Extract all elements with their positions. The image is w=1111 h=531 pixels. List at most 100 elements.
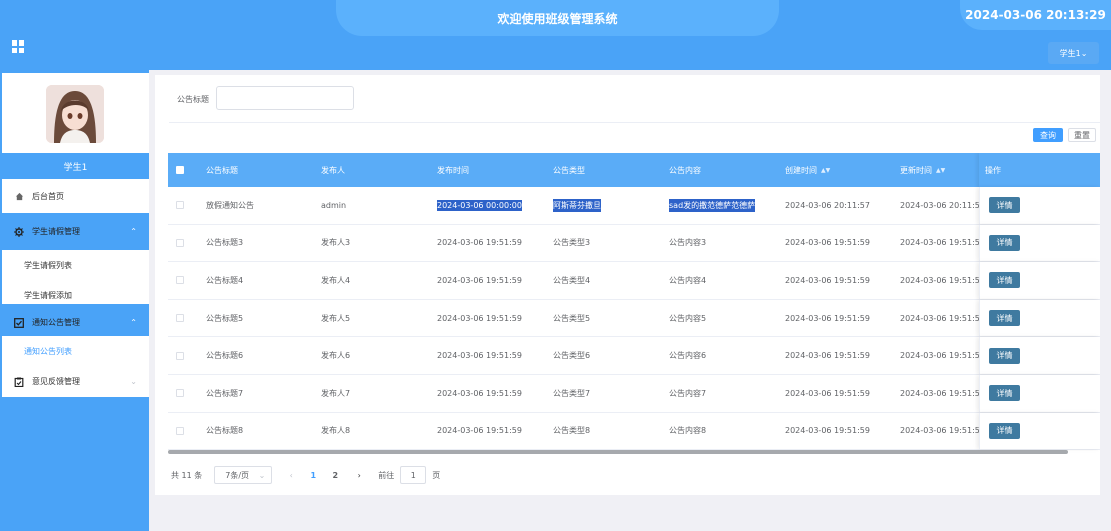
table-cell: 公告标题3 [206, 225, 243, 262]
cell-text: 公告类型5 [553, 313, 591, 323]
grid-menu-icon[interactable] [12, 40, 25, 53]
cell-text: 公告内容7 [669, 388, 707, 398]
sidebar-item-leave-list[interactable]: 学生请假列表 [2, 250, 149, 280]
table-cell: 公告内容4 [669, 262, 706, 299]
table-cell: 公告类型7 [553, 375, 590, 412]
cell-text: 2024-03-06 19:51:59 [900, 275, 985, 285]
operations-cell: 详情 [979, 224, 1100, 262]
operations-cell: 详情 [979, 187, 1100, 224]
prev-page-icon[interactable]: ‹ [286, 471, 296, 480]
column-header: 公告标题 [206, 165, 238, 175]
cell-text: 公告内容6 [669, 351, 707, 361]
operations-cell: 详情 [979, 337, 1100, 374]
sidebar-item-label: 学生请假列表 [24, 260, 72, 270]
pagination-total: 共 11 条 [171, 470, 203, 480]
query-button[interactable]: 查询 [1033, 128, 1063, 142]
chevron-up-icon: ⌃ [130, 227, 137, 236]
next-page-icon[interactable]: › [354, 471, 364, 480]
operations-cell: 详情 [979, 412, 1100, 450]
table-cell: 2024-03-06 19:51:59 [785, 413, 870, 450]
table-row[interactable]: 公告标题8 发布人8 2024-03-06 19:51:59 公告类型8 公告内容8 20… [168, 412, 1100, 451]
detail-button[interactable]: 详情 [989, 197, 1020, 214]
notice-table: 公告标题 发布人 发布时间 公告类型 公告内容 创建时间 ▲▼ 更新时间 ▲▼ … [168, 153, 1100, 453]
app-title: 欢迎使用班级管理系统 [336, 0, 779, 36]
column-header-updated[interactable]: 更新时间 ▲▼ [900, 153, 945, 187]
table-cell: 2024-03-06 19:51:59 [785, 375, 870, 412]
detail-button[interactable]: 详情 [989, 310, 1020, 327]
avatar-panel [2, 73, 149, 153]
cell-text: 公告类型8 [553, 426, 591, 436]
table-row[interactable]: 公告标题5 发布人5 2024-03-06 19:51:59 公告类型5 公告内容5 20… [168, 299, 1100, 338]
sidebar-username: 学生1 [2, 153, 149, 179]
sort-icon[interactable]: ▲▼ [821, 167, 830, 174]
column-header-created[interactable]: 创建时间 ▲▼ [785, 153, 830, 187]
table-row[interactable]: 公告标题6 发布人6 2024-03-06 19:51:59 公告类型6 公告内容6 20… [168, 337, 1100, 375]
page-size-select[interactable]: 7条/页 ⌄ [214, 466, 273, 484]
table-cell: 2024-03-06 19:51:59 [437, 375, 522, 412]
page-size-value: 7条/页 [225, 470, 250, 480]
cell-text: admin [321, 200, 347, 210]
table-cell: 公告标题5 [206, 300, 243, 337]
detail-button[interactable]: 详情 [989, 272, 1020, 289]
select-all-checkbox[interactable] [176, 166, 184, 174]
table-cell: 发布人4 [321, 262, 350, 299]
sidebar-item-home[interactable]: 后台首页 [2, 179, 149, 213]
row-checkbox[interactable] [176, 314, 184, 323]
cell-text: 2024-03-06 19:51:59 [900, 426, 985, 436]
pagination: 共 11 条 7条/页 ⌄ ‹ 1 2 › 前往 1 页 [171, 465, 440, 485]
row-checkbox[interactable] [176, 351, 184, 360]
table-cell: 公告类型6 [553, 337, 590, 374]
row-checkbox[interactable] [176, 389, 184, 398]
clipboard-icon [14, 377, 24, 387]
table-cell: 2024-03-06 19:51:59 [900, 262, 985, 299]
detail-button[interactable]: 详情 [989, 422, 1020, 439]
cell-text: 阿斯蒂芬撒旦 [553, 198, 601, 212]
detail-button[interactable]: 详情 [989, 385, 1020, 402]
table-cell: 2024-03-06 20:11:57 [785, 187, 870, 224]
sidebar-item-notice-list[interactable]: 通知公告列表 [2, 336, 149, 366]
cell-text: 公告内容4 [669, 275, 707, 285]
row-checkbox[interactable] [176, 201, 184, 210]
horizontal-scrollbar[interactable] [168, 450, 1068, 454]
page-number-1[interactable]: 1 [308, 471, 318, 480]
table-row[interactable]: 公告标题3 发布人3 2024-03-06 19:51:59 公告类型3 公告内容3 20… [168, 224, 1100, 263]
table-row[interactable]: 放假通知公告 admin 2024-03-06 00:00:00 阿斯蒂芬撒旦 sad发… [168, 187, 1100, 225]
cell-text: 2024-03-06 19:51:59 [900, 238, 985, 248]
cell-text: 公告内容5 [669, 313, 707, 323]
cell-text: 放假通知公告 [206, 200, 254, 210]
sidebar-group-feedback[interactable]: 意见反馈管理 ⌄ [2, 366, 149, 397]
reset-button[interactable]: 重置 [1068, 128, 1096, 142]
cell-text: 公告标题7 [206, 388, 244, 398]
table-row[interactable]: 公告标题4 发布人4 2024-03-06 19:51:59 公告类型4 公告内容4 20… [168, 262, 1100, 300]
sidebar-group-leave[interactable]: 学生请假管理 ⌃ [2, 213, 149, 250]
table-cell: 公告标题7 [206, 375, 243, 412]
chevron-up-icon: ⌃ [130, 318, 137, 327]
cell-text: 2024-03-06 19:51:59 [437, 313, 522, 323]
avatar [46, 85, 104, 143]
goto-page-input[interactable]: 1 [400, 466, 427, 484]
detail-button[interactable]: 详情 [989, 347, 1020, 364]
cell-text: 2024-03-06 19:51:59 [900, 313, 985, 323]
table-cell: 2024-03-06 19:51:59 [785, 300, 870, 337]
table-cell: 公告内容6 [669, 337, 706, 374]
cell-text: 2024-03-06 19:51:59 [900, 388, 985, 398]
sidebar: 学生1 后台首页 学生请假管理 ⌃ 学生请假列表 学生请假添加 通知公告管理 ⌃… [0, 70, 149, 531]
table-cell: 公告标题6 [206, 337, 243, 374]
table-cell: 2024-03-06 19:51:59 [437, 300, 522, 337]
row-checkbox[interactable] [176, 426, 184, 435]
sort-icon[interactable]: ▲▼ [936, 167, 945, 174]
detail-button[interactable]: 详情 [989, 234, 1020, 251]
table-row[interactable]: 公告标题7 发布人7 2024-03-06 19:51:59 公告类型7 公告内容7 20… [168, 375, 1100, 413]
table-cell: 公告标题8 [206, 413, 243, 450]
notice-title-input[interactable] [216, 86, 354, 110]
cell-text: 发布人5 [321, 313, 351, 323]
sidebar-group-label: 通知公告管理 [32, 318, 80, 327]
user-menu-button[interactable]: 学生1 ⌄ [1048, 42, 1099, 64]
chevron-down-icon: ⌄ [130, 377, 137, 386]
cell-text: 公告标题8 [206, 426, 244, 436]
row-checkbox[interactable] [176, 238, 184, 247]
page-number-2[interactable]: 2 [330, 471, 340, 480]
row-checkbox[interactable] [176, 276, 184, 285]
operations-cell: 详情 [979, 299, 1100, 337]
table-cell: 公告内容5 [669, 300, 706, 337]
